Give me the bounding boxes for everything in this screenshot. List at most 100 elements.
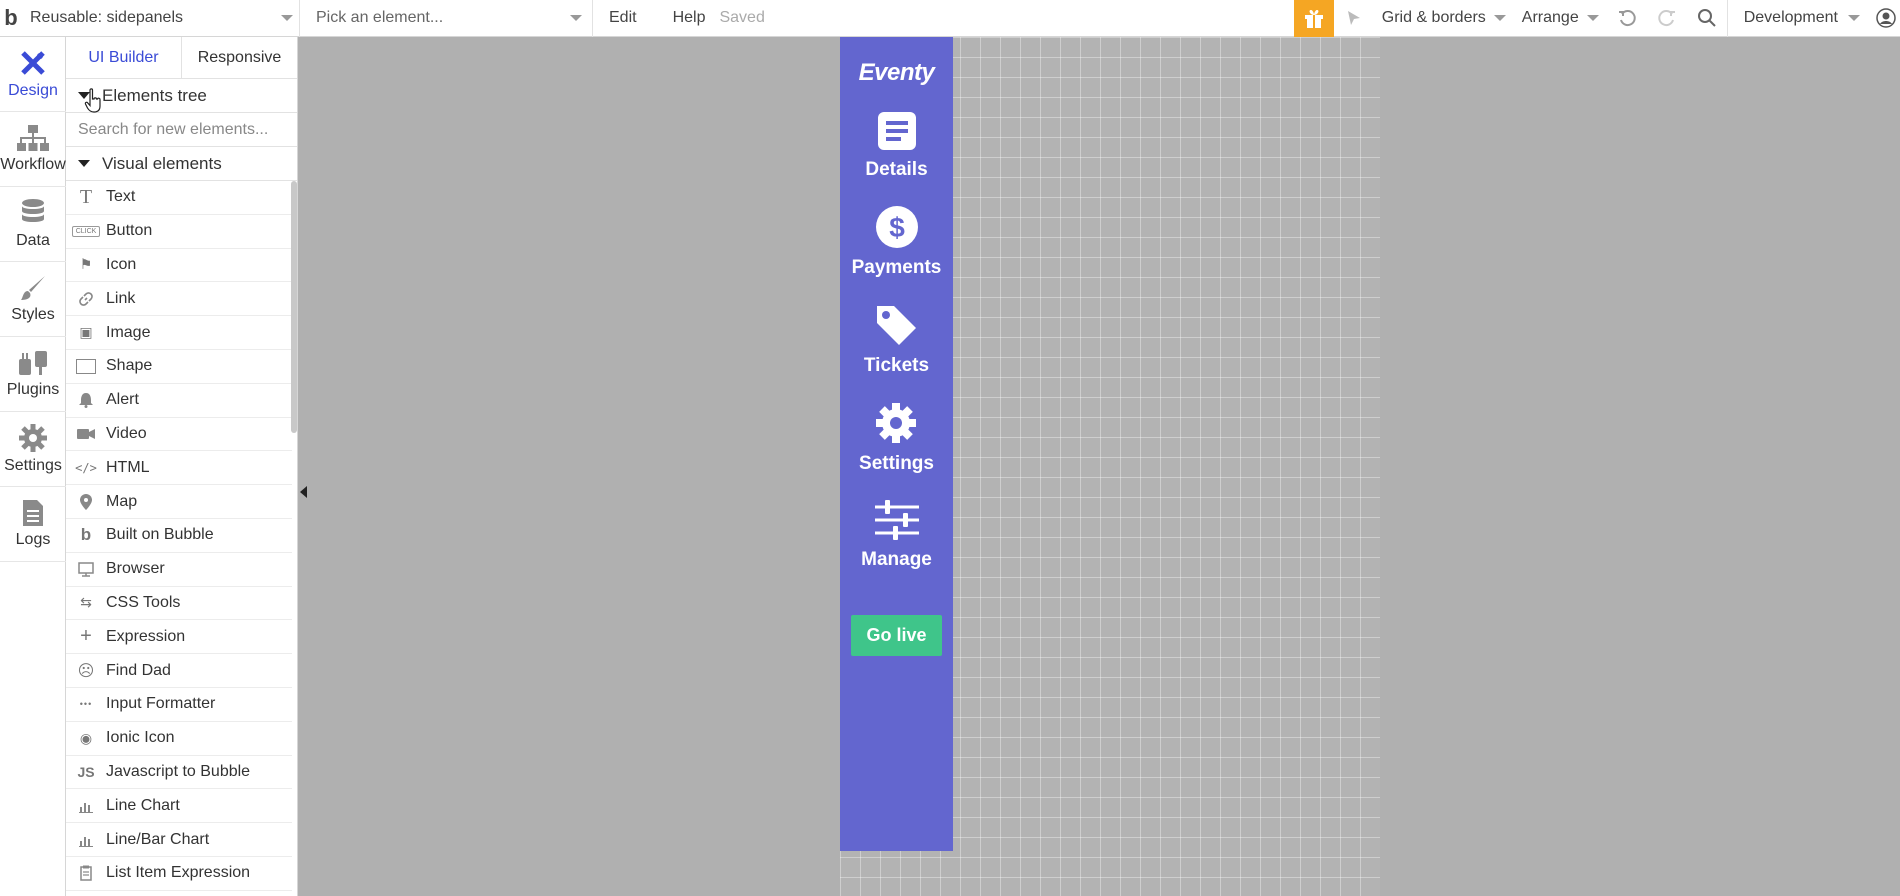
list-item[interactable]: JS Javascript to Bubble xyxy=(66,756,292,790)
list-item[interactable]: ☹ Find Dad xyxy=(66,654,292,688)
list-item-label: Image xyxy=(106,323,151,341)
list-item[interactable]: Shape xyxy=(66,350,292,384)
palette-scrollbar[interactable] xyxy=(291,181,297,433)
list-item-label: Video xyxy=(106,424,147,442)
shape-icon xyxy=(66,358,106,374)
chevron-down-icon xyxy=(570,15,582,21)
rail-item-logs[interactable]: Logs xyxy=(0,487,66,562)
elements-tree-label: Elements tree xyxy=(102,85,207,105)
list-item[interactable]: Video xyxy=(66,418,292,452)
tab-ui-builder[interactable]: UI Builder xyxy=(66,37,182,78)
bar-chart-icon xyxy=(66,833,106,847)
text-icon: T xyxy=(79,185,93,208)
rail-item-design[interactable]: Design xyxy=(0,37,66,112)
list-item[interactable]: Link xyxy=(66,282,292,317)
hand-cursor-icon xyxy=(84,88,101,113)
list-item-label: Icon xyxy=(106,255,137,273)
sidepanel-item-details[interactable]: Details xyxy=(865,111,928,181)
redo-icon[interactable] xyxy=(1647,0,1687,37)
bell-icon xyxy=(66,392,106,409)
map-pin-icon xyxy=(66,493,106,510)
sidepanel-item-tickets[interactable]: Tickets xyxy=(864,303,929,377)
environment-label: Development xyxy=(1743,9,1838,26)
element-search xyxy=(66,113,297,147)
list-item-label: Input Formatter xyxy=(106,695,216,713)
list-item-label: Ionic Icon xyxy=(106,729,175,747)
list-item-label: Link xyxy=(106,289,136,307)
clipboard-icon xyxy=(66,865,106,882)
list-item[interactable]: Line Chart xyxy=(66,789,292,824)
list-item-label: Line/Bar Chart xyxy=(106,830,210,848)
sidepanel-label: Payments xyxy=(851,257,942,278)
reusable-sidepanel[interactable]: Eventy Details $ Payments Tickets Settin… xyxy=(840,37,953,851)
database-icon xyxy=(22,199,44,222)
bubble-icon: b xyxy=(80,525,92,545)
list-item[interactable]: ◉ Ionic Icon xyxy=(66,722,292,756)
list-item[interactable]: CLICK Button xyxy=(66,215,292,249)
bubble-logo[interactable]: b xyxy=(0,0,22,37)
list-item[interactable]: + Expression xyxy=(66,620,292,655)
list-item[interactable]: Browser xyxy=(66,553,292,587)
go-live-button[interactable]: Go live xyxy=(851,615,942,656)
user-avatar-icon[interactable] xyxy=(1872,0,1900,37)
list-item[interactable]: Map xyxy=(66,485,292,519)
element-search-input[interactable] xyxy=(78,120,278,139)
edit-menu[interactable]: Edit xyxy=(593,0,653,37)
sidepanel-item-manage[interactable]: Manage xyxy=(861,499,932,571)
rail-item-plugins[interactable]: Plugins xyxy=(0,337,66,412)
list-item-label: Button xyxy=(106,222,153,240)
collapse-panel-icon[interactable] xyxy=(300,486,307,498)
face-icon: ☹ xyxy=(77,662,95,680)
flag-icon: ⚑ xyxy=(79,256,93,273)
list-item-label: Expression xyxy=(106,627,186,645)
grid-borders-menu[interactable]: Grid & borders xyxy=(1374,0,1514,37)
list-item[interactable]: Line/Bar Chart xyxy=(66,823,292,857)
element-select[interactable]: Pick an element... xyxy=(300,0,593,37)
sidepanel-label: Details xyxy=(865,159,928,180)
rail-item-workflow[interactable]: Workflow xyxy=(0,112,66,187)
rail-item-data[interactable]: Data xyxy=(0,187,66,262)
list-item-label: Browser xyxy=(106,560,165,578)
list-item-label: Alert xyxy=(106,391,139,409)
palette-tabs: UI Builder Responsive xyxy=(66,37,297,79)
sidepanel-item-settings[interactable]: Settings xyxy=(859,401,934,475)
rail-item-settings[interactable]: Settings xyxy=(0,412,66,487)
list-item-label: Built on Bubble xyxy=(106,526,214,544)
brush-icon xyxy=(21,276,45,300)
list-item[interactable]: Alert xyxy=(66,384,292,418)
triangle-down-icon xyxy=(78,160,90,167)
document-icon xyxy=(23,500,43,526)
environment-menu[interactable]: Development xyxy=(1726,0,1872,37)
list-item[interactable]: ⚑ Icon xyxy=(66,249,292,283)
list-item[interactable]: T Text xyxy=(66,181,292,215)
gift-icon[interactable] xyxy=(1293,0,1334,37)
left-nav-rail: Design Workflow Data Styles Plugins Sett… xyxy=(0,37,66,896)
pointer-icon[interactable] xyxy=(1334,0,1374,37)
list-item-label: Line Chart xyxy=(106,796,180,814)
visual-elements-header[interactable]: Visual elements xyxy=(66,147,297,181)
list-item[interactable]: ••• Input Formatter xyxy=(66,688,292,722)
plug-icon xyxy=(19,351,47,375)
list-item[interactable]: List Item Expression xyxy=(66,857,292,891)
workflow-icon xyxy=(17,125,49,151)
search-icon[interactable] xyxy=(1687,0,1727,37)
sidepanel-item-payments[interactable]: $ Payments xyxy=(851,205,942,279)
help-menu[interactable]: Help xyxy=(653,0,716,37)
list-item[interactable]: </> HTML xyxy=(66,451,292,486)
list-item[interactable]: b Built on Bubble xyxy=(66,519,292,553)
plus-icon: + xyxy=(80,625,92,648)
rail-label-design: Design xyxy=(8,82,58,99)
element-select-placeholder: Pick an element... xyxy=(316,9,444,26)
list-item[interactable]: ▣ Image xyxy=(66,316,292,350)
page-select[interactable]: Reusable: sidepanels xyxy=(22,0,300,37)
button-icon: CLICK xyxy=(66,225,106,237)
undo-icon[interactable] xyxy=(1607,0,1647,37)
arrange-menu[interactable]: Arrange xyxy=(1514,0,1607,37)
css-tools-icon: ⇆ xyxy=(80,594,92,611)
tab-responsive[interactable]: Responsive xyxy=(182,37,297,78)
editor-canvas[interactable]: Eventy Details $ Payments Tickets Settin… xyxy=(316,37,1900,896)
rail-item-styles[interactable]: Styles xyxy=(0,262,66,337)
page-select-value: Reusable: sidepanels xyxy=(30,9,183,26)
list-item[interactable]: ⇆ CSS Tools xyxy=(66,587,292,621)
link-icon xyxy=(66,291,106,307)
